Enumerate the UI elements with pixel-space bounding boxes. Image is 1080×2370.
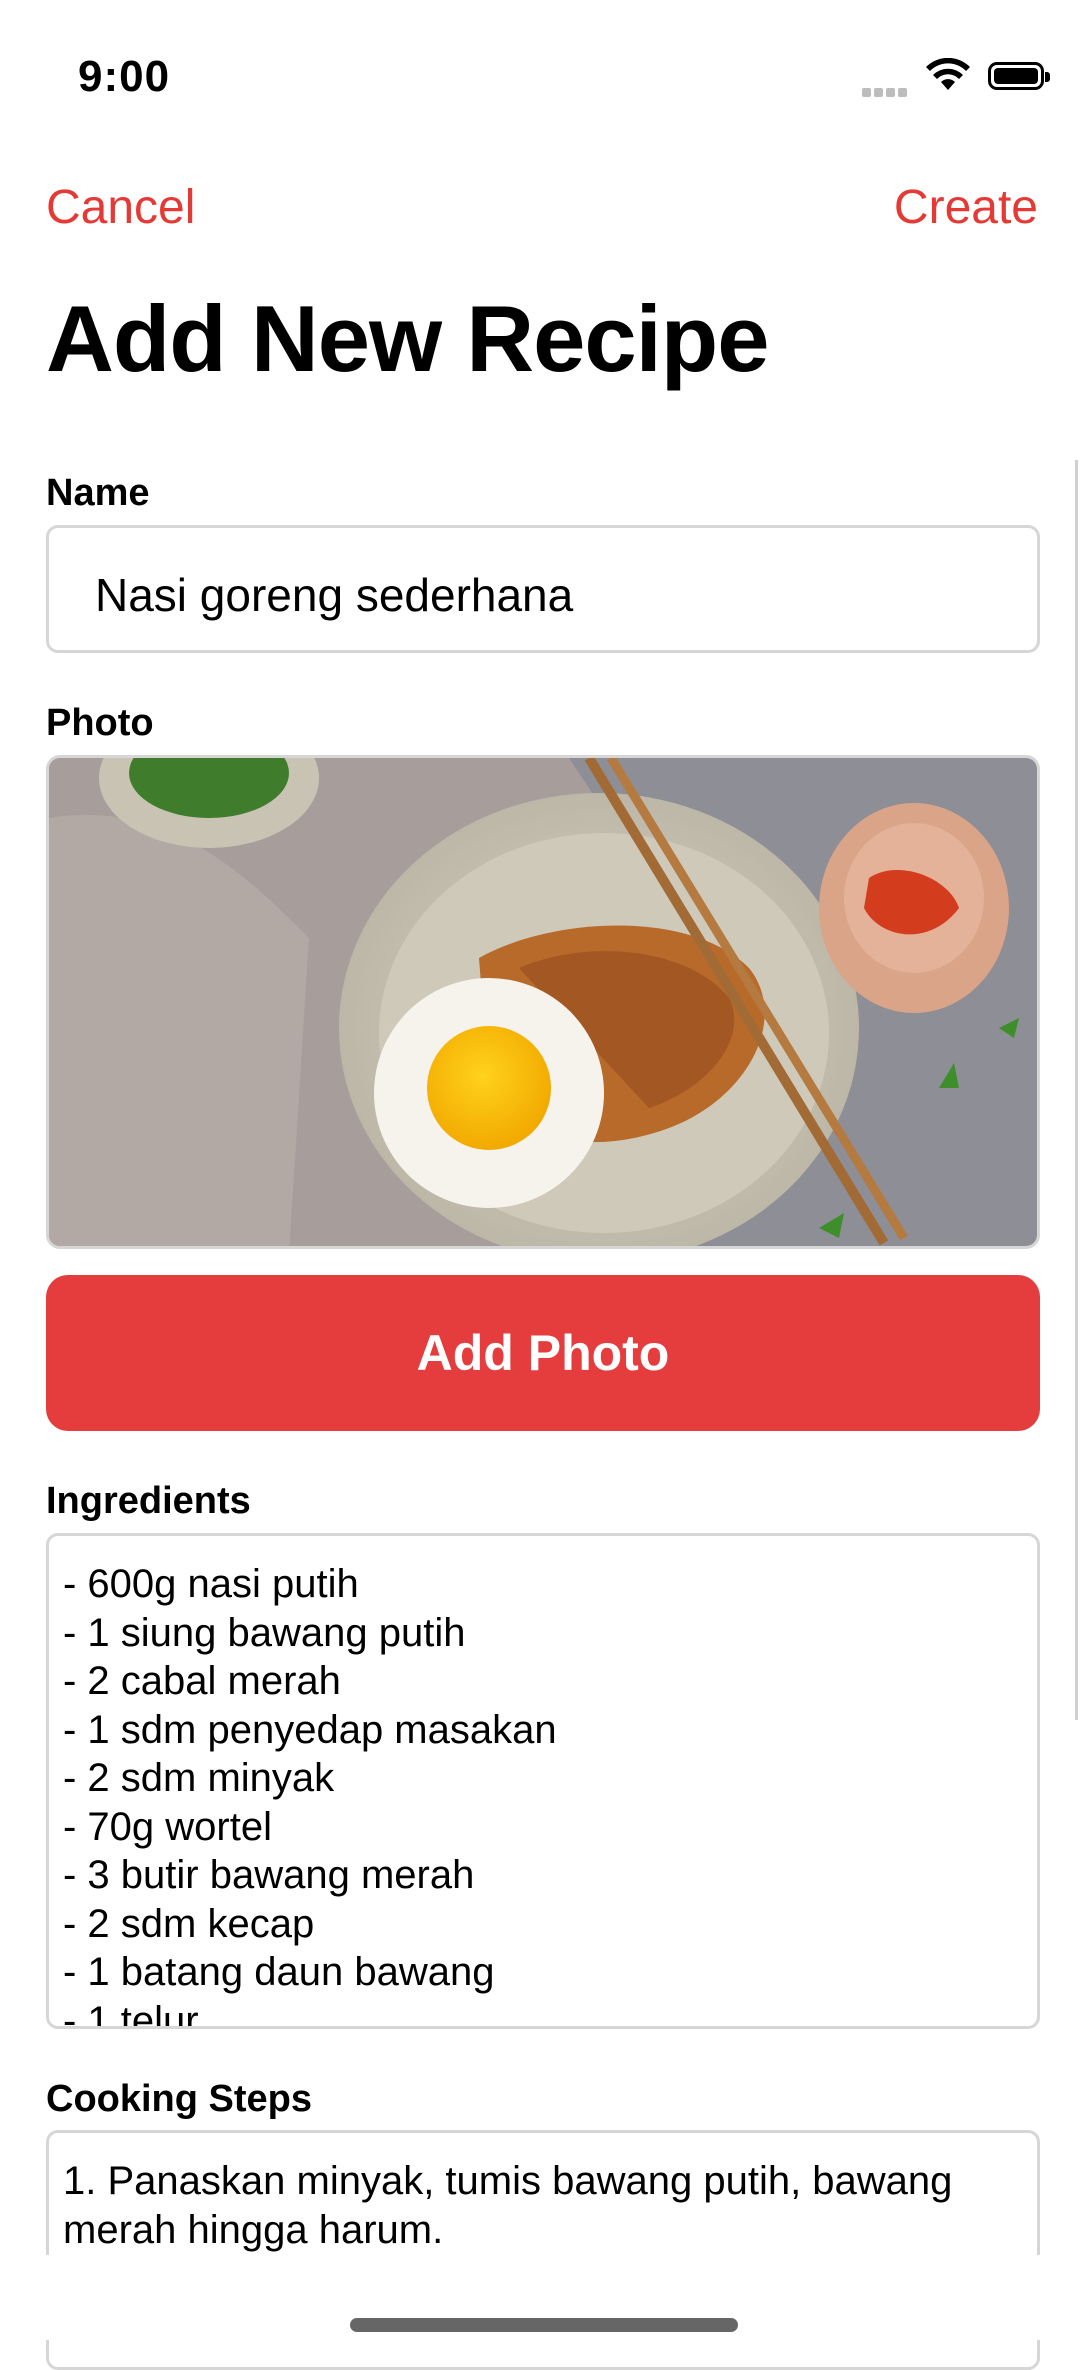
ingredient-line: - 1 batang daun bawang	[63, 1950, 495, 1994]
name-input[interactable]: Nasi goreng sederhana	[46, 525, 1040, 653]
create-button[interactable]: Create	[894, 180, 1038, 235]
cellular-signal-icon	[862, 84, 910, 102]
photo-label: Photo	[46, 702, 154, 744]
cancel-button[interactable]: Cancel	[46, 180, 195, 235]
scroll-indicator[interactable]	[1075, 460, 1078, 1720]
step-line: 1. Panaskan minyak, tumis bawang putih, …	[63, 2159, 953, 2203]
add-photo-button[interactable]: Add Photo	[46, 1275, 1040, 1431]
name-input-value: Nasi goreng sederhana	[95, 569, 574, 621]
wifi-icon	[925, 57, 971, 97]
name-label: Name	[46, 472, 150, 514]
home-indicator[interactable]	[350, 2318, 738, 2332]
ingredient-line: - 2 cabal merah	[63, 1659, 341, 1703]
ingredient-line: - 1 sdm penyedap masakan	[63, 1707, 557, 1752]
step-line: merah hingga harum.	[63, 2207, 444, 2252]
ingredients-label: Ingredients	[46, 1480, 251, 1522]
ingredient-line: - 1 siung bawang putih	[63, 1610, 466, 1655]
ingredient-line: - 3 butir bawang merah	[63, 1853, 475, 1897]
page-title: Add New Recipe	[46, 286, 769, 391]
ingredients-textarea[interactable]: - 600g nasi putih - 1 siung bawang putih…	[46, 1533, 1040, 2029]
battery-icon	[988, 62, 1050, 90]
status-bar: 9:00	[0, 0, 1080, 150]
recipe-photo	[46, 755, 1040, 1249]
ingredient-line: - 1 telur	[63, 1998, 199, 2029]
status-time: 9:00	[78, 52, 171, 101]
ingredient-line: - 600g nasi putih	[63, 1562, 359, 1606]
ingredient-line: - 70g wortel	[63, 1804, 272, 1849]
ingredient-line: - 2 sdm minyak	[63, 1756, 335, 1800]
cooking-steps-label: Cooking Steps	[46, 2078, 313, 2120]
ingredient-line: - 2 sdm kecap	[63, 1901, 315, 1946]
